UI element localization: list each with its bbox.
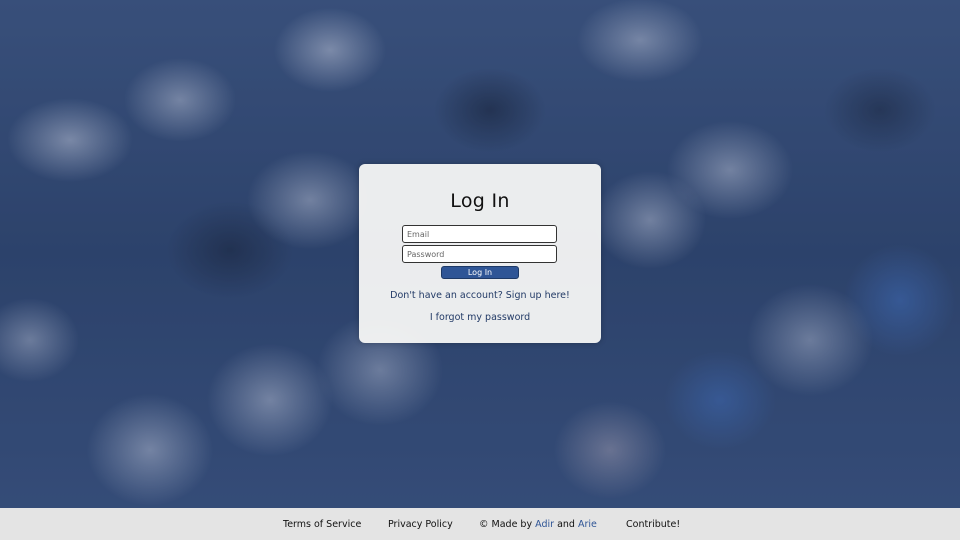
forgot-password-link[interactable]: I forgot my password bbox=[359, 312, 601, 323]
login-card: Log In Log In Don't have an account? Sig… bbox=[359, 164, 601, 343]
login-title: Log In bbox=[450, 190, 510, 212]
password-field[interactable] bbox=[402, 245, 557, 263]
login-button[interactable]: Log In bbox=[441, 266, 519, 279]
contribute-link[interactable]: Contribute! bbox=[626, 519, 680, 530]
privacy-policy-link[interactable]: Privacy Policy bbox=[388, 519, 453, 530]
footer: Terms of Service Privacy Policy © Made b… bbox=[0, 508, 960, 540]
author-arie-link[interactable]: Arie bbox=[578, 519, 597, 530]
email-field[interactable] bbox=[402, 225, 557, 243]
credits: © Made by Adir and Arie bbox=[479, 519, 597, 530]
credits-prefix: © Made by bbox=[479, 519, 533, 530]
author-adir-link[interactable]: Adir bbox=[535, 519, 554, 530]
signup-link[interactable]: Don't have an account? Sign up here! bbox=[359, 290, 601, 301]
credits-and: and bbox=[557, 519, 575, 530]
terms-of-service-link[interactable]: Terms of Service bbox=[283, 519, 361, 530]
